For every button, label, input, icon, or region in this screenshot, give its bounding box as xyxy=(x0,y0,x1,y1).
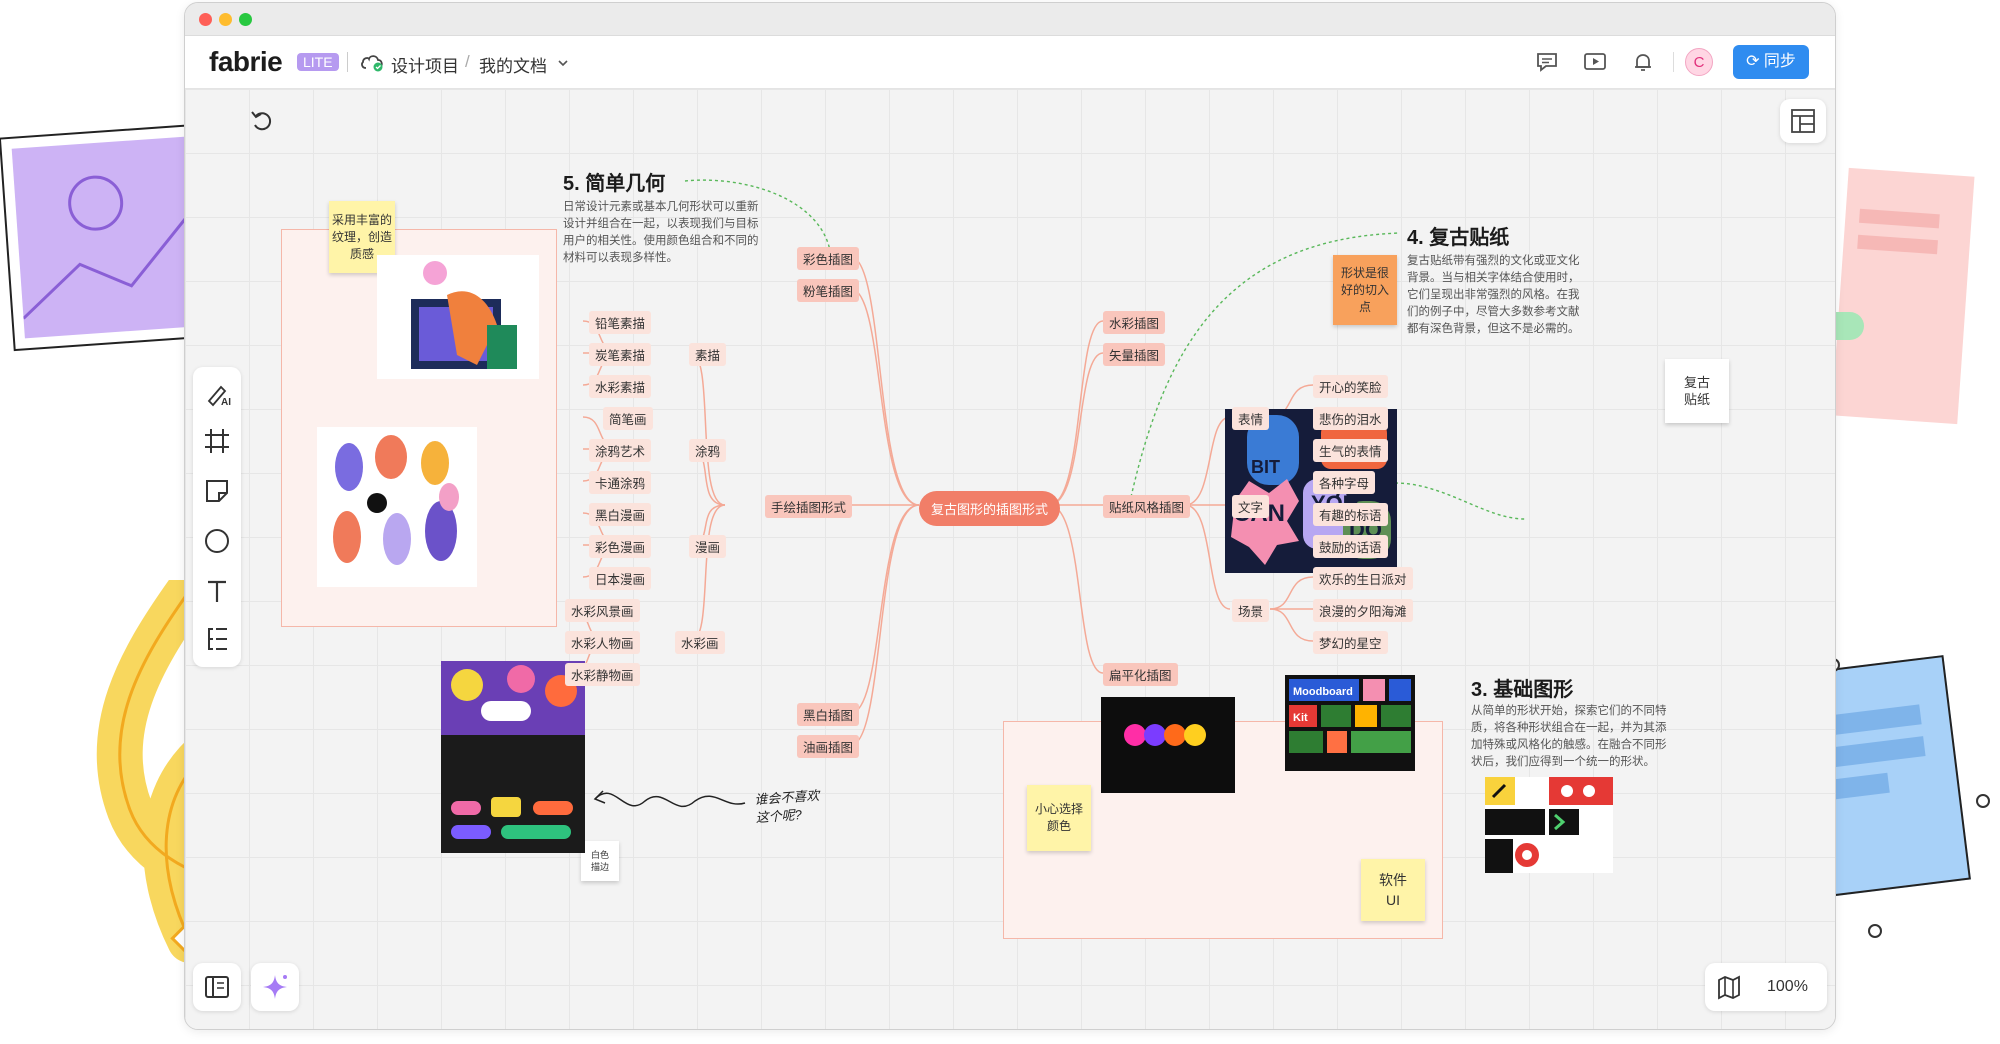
mindmap-node[interactable]: 卡通涂鸦 xyxy=(589,471,652,494)
image-sticker-collage xyxy=(441,661,585,853)
mindmap-node[interactable]: 水彩画 xyxy=(675,631,725,654)
mindmap-node[interactable]: 漫画 xyxy=(689,535,727,558)
mindmap-node[interactable]: 浪漫的夕阳海滩 xyxy=(1313,599,1413,622)
present-icon[interactable] xyxy=(1581,48,1609,76)
mindmap-node[interactable]: 矢量插图 xyxy=(1103,343,1166,366)
sidebar-toggle-button[interactable] xyxy=(193,963,241,1011)
mindmap-node[interactable]: 彩色漫画 xyxy=(589,535,652,558)
mindmap-node[interactable]: 开心的笑脸 xyxy=(1313,375,1388,398)
sticky-color-pick[interactable]: 小心选择 颜色 xyxy=(1027,785,1091,851)
breadcrumb-separator: / xyxy=(465,52,470,71)
section-body-basic: 从简单的形状开始，探索它们的不同特 质，将各种形状组合在一起，并为其添 加特殊或风格… xyxy=(1471,705,1667,768)
retro-word: BIT xyxy=(1251,457,1280,477)
map-icon[interactable] xyxy=(1715,973,1743,1001)
image-basic-shapes xyxy=(1485,777,1613,873)
mindmap-node[interactable]: 简笔画 xyxy=(603,407,653,430)
handwritten-note: 谁会不喜欢 这个呢? xyxy=(753,787,820,826)
user-avatar[interactable]: C xyxy=(1685,48,1713,76)
zoom-panel: 100% xyxy=(1705,963,1827,1011)
mindmap-node[interactable]: 表情 xyxy=(1232,407,1270,430)
comment-icon[interactable] xyxy=(1533,48,1561,76)
mindmap-node[interactable]: 生气的表情 xyxy=(1313,439,1388,462)
mindmap-node[interactable]: 贴纸风格插图 xyxy=(1103,495,1191,518)
mindmap-node[interactable]: 各种字母 xyxy=(1313,471,1376,494)
deco-handle xyxy=(1976,794,1990,808)
mindmap-node[interactable]: 彩色插图 xyxy=(797,247,860,270)
deco-handle xyxy=(1868,924,1882,938)
mindmap-node[interactable]: 涂鸦 xyxy=(689,439,727,462)
sync-button-label: 同步 xyxy=(1763,53,1796,70)
mindmap-node[interactable]: 涂鸦艺术 xyxy=(589,439,652,462)
illustration-hand-tablet xyxy=(377,255,539,379)
sync-button[interactable]: ⟳ 同步 xyxy=(1733,45,1809,79)
zoom-level[interactable]: 100% xyxy=(1767,978,1808,996)
sync-icon: ⟳ xyxy=(1746,53,1760,70)
mindmap-node[interactable]: 水彩插图 xyxy=(1103,311,1166,334)
mindmap-node[interactable]: 油画插图 xyxy=(797,735,860,758)
mindmap-node[interactable]: 日本漫画 xyxy=(589,567,652,590)
mindmap-node[interactable]: 炭笔素描 xyxy=(589,343,652,366)
section-body-retro: 复古贴纸带有强烈的文化或亚文化 背景。当与相关字体结合使用时， 它们呈现出非常强烈的… xyxy=(1407,255,1580,335)
sticky-software-ui[interactable]: 软件 UI xyxy=(1361,859,1425,921)
mindmap-node[interactable]: 有趣的标语 xyxy=(1313,503,1388,526)
deco-pink-card xyxy=(1831,167,1975,425)
mindmap-node[interactable]: 场景 xyxy=(1232,599,1270,622)
mindmap-node[interactable]: 欢乐的生日派对 xyxy=(1313,567,1413,590)
sticky-white-edge[interactable]: 白色 描边 xyxy=(581,841,619,881)
close-window-button[interactable] xyxy=(199,13,212,26)
moodboard-title: Moodboard xyxy=(1293,686,1353,698)
maximize-window-button[interactable] xyxy=(239,13,252,26)
title-bar xyxy=(185,3,1835,36)
illustration-leaves xyxy=(317,427,477,587)
top-bar: fabrie LITE 设计项目 / 我的文档 C ⟳ 同步 xyxy=(185,36,1835,89)
mindmap-root-node[interactable]: 复古图形的插图形式 xyxy=(919,491,1061,526)
mindmap-node[interactable]: 悲伤的泪水 xyxy=(1313,407,1388,430)
sidebar-panel-icon xyxy=(205,976,229,998)
sparkle-icon xyxy=(263,975,287,999)
ai-assistant-button[interactable] xyxy=(251,963,299,1011)
moodboard-kit: Kit xyxy=(1293,712,1308,724)
section-body-geometry: 日常设计元素或基本几何形状可以重新 设计并组合在一起，以表现我们与目标 用户的相关性… xyxy=(563,201,759,264)
section-title-retro: 4. 复古贴纸 xyxy=(1407,227,1510,249)
divider xyxy=(347,52,348,72)
image-moodboard: Moodboard Kit xyxy=(1285,675,1415,771)
breadcrumb-document[interactable]: 我的文档 xyxy=(479,52,547,77)
app-window: fabrie LITE 设计项目 / 我的文档 C ⟳ 同步 AI 采用丰富的 … xyxy=(184,2,1836,1030)
mindmap-node[interactable]: 鼓励的话语 xyxy=(1313,535,1388,558)
minimize-window-button[interactable] xyxy=(219,13,232,26)
mindmap-node[interactable]: 手绘插图形式 xyxy=(765,495,853,518)
bell-icon[interactable] xyxy=(1629,48,1657,76)
breadcrumb-project[interactable]: 设计项目 xyxy=(391,52,459,77)
mindmap-node[interactable]: 水彩风景画 xyxy=(565,599,640,622)
divider xyxy=(1673,52,1674,72)
sticky-entry-point[interactable]: 形状是很 好的切入点 xyxy=(1333,255,1397,325)
plan-badge: LITE xyxy=(297,53,339,71)
mindmap-node[interactable]: 粉笔插图 xyxy=(797,279,860,302)
mindmap-node[interactable]: 梦幻的星空 xyxy=(1313,631,1388,654)
mindmap-node[interactable]: 黑白漫画 xyxy=(589,503,652,526)
mindmap-node[interactable]: 扁平化插图 xyxy=(1103,663,1178,686)
mindmap-node[interactable]: 黑白插图 xyxy=(797,703,860,726)
mindmap-node[interactable]: 水彩人物画 xyxy=(565,631,640,654)
section-title-basic: 3. 基础图形 xyxy=(1471,679,1574,701)
mindmap-node[interactable]: 水彩静物画 xyxy=(565,663,640,686)
app-logo: fabrie xyxy=(209,46,283,77)
whiteboard-canvas[interactable]: AI 采用丰富的 纹理，创造 质感 形状是很 好的切入 点 复古 贴纸 小心选择… xyxy=(185,89,1835,1029)
cloud-check-icon xyxy=(361,55,383,72)
mindmap-node[interactable]: 文字 xyxy=(1232,495,1270,518)
section-title-geometry: 5. 简单几何 xyxy=(563,173,666,195)
mindmap-node[interactable]: 水彩素描 xyxy=(589,375,652,398)
mindmap-node[interactable]: 铅笔素描 xyxy=(589,311,652,334)
chevron-down-icon[interactable] xyxy=(557,58,569,68)
mindmap-node[interactable]: 素描 xyxy=(689,343,727,366)
image-color-circles xyxy=(1101,697,1235,793)
sticky-retro-label[interactable]: 复古 贴纸 xyxy=(1665,359,1729,423)
